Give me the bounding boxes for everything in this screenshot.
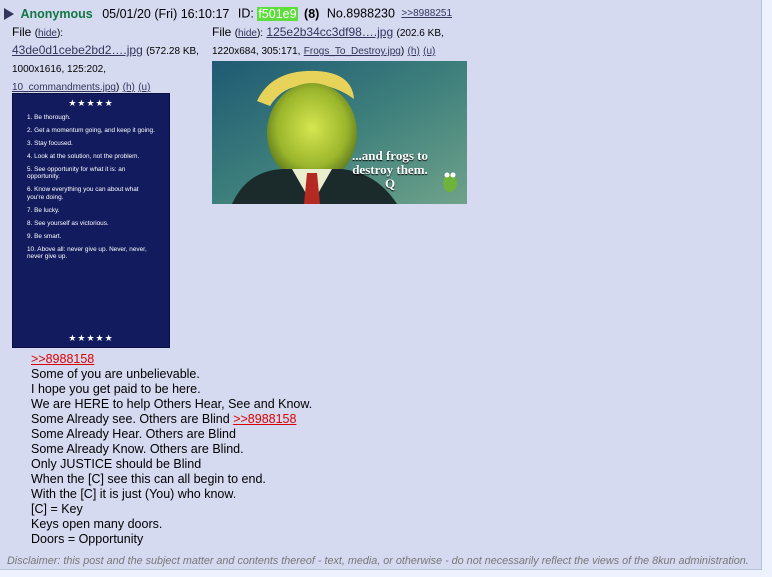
body-line: Keys open many doors. xyxy=(31,517,163,531)
commandment-item: 10. Above all: never give up. Never, nev… xyxy=(27,245,147,261)
commandment-item: 1. Be thorough. xyxy=(27,114,71,121)
body-line: Some of you are unbelievable. xyxy=(31,367,200,381)
quote-link[interactable]: >>8988158 xyxy=(31,352,94,366)
post-number[interactable]: No.8988230 xyxy=(327,7,395,21)
hide-link[interactable]: hide xyxy=(38,28,57,39)
poster-name: Anonymous xyxy=(20,6,93,21)
u-link[interactable]: (u) xyxy=(423,46,435,57)
commandment-item: 2. Get a momentum going, and keep it goi… xyxy=(27,127,155,134)
body-line-with-quote: Some Already see. Others are Blind >>898… xyxy=(31,412,312,427)
stars-top: ★★★★★ xyxy=(68,98,114,108)
body-line: Only JUSTICE should be Blind xyxy=(31,457,202,471)
commandment-item: 5. See opportunity for what it is: an op… xyxy=(27,166,126,181)
poster-id[interactable]: f501e9 xyxy=(257,6,298,21)
body-line: We are HERE to help Others Hear, See and… xyxy=(31,397,313,411)
commandment-item: 7. Be lucky. xyxy=(27,206,60,214)
file-thumbnail-commandments[interactable]: ★★★★★ 1. Be thorough. 2. Get a momentum … xyxy=(12,93,170,348)
commandment-item: 4. Look at the solution, not the problem… xyxy=(27,153,140,160)
commandment-item: 6. Know everything you can about what yo… xyxy=(27,186,139,201)
file-label: File xyxy=(12,25,32,39)
backlink[interactable]: >>8988251 xyxy=(401,8,452,19)
stars-bottom: ★★★★★ xyxy=(68,333,114,343)
body-text: Some Already see. Others are Blind xyxy=(31,412,234,426)
hide-link[interactable]: hide xyxy=(238,28,257,39)
body-line: I hope you get paid to be here. xyxy=(31,382,201,396)
u-link[interactable]: (u) xyxy=(138,82,150,93)
file-thumbnail-frogs[interactable]: ...and frogs to destroy them. Q xyxy=(212,61,467,204)
commandment-item: 3. Stay focused. xyxy=(27,140,73,147)
post-body: >>8988158 Some of you are unbelievable. … xyxy=(31,352,312,547)
commandment-item: 9. Be smart. xyxy=(27,232,62,240)
commandments-list: 1. Be thorough. 2. Get a momentum going,… xyxy=(27,114,157,266)
disclaimer: Disclaimer: this post and the subject ma… xyxy=(7,555,749,567)
commandment-item: 8. See yourself as victorious. xyxy=(27,219,109,227)
file-label: File xyxy=(212,25,232,39)
quote-link[interactable]: >>8988158 xyxy=(233,412,296,426)
h-link[interactable]: (h) xyxy=(408,46,420,57)
body-line: With the [C] it is just (You) who know. xyxy=(31,487,237,501)
post-container: Anonymous 05/01/20 (Fri) 16:10:17 ID: f5… xyxy=(0,0,762,570)
post-intro: Anonymous 05/01/20 (Fri) 16:10:17 ID: f5… xyxy=(4,5,452,21)
file-info-2: File (hide): 125e2b34cc3df98….jpg (202.6… xyxy=(212,25,444,57)
caption-signature: Q xyxy=(384,176,396,191)
collapse-arrow-icon[interactable] xyxy=(4,7,14,20)
body-line: Some Already Know. Others are Blind. xyxy=(31,442,244,456)
file-info-1: File (hide): 43de0d1cebe2bd2….jpg (572.2… xyxy=(12,25,199,93)
caption-line: ...and frogs to xyxy=(352,148,428,163)
file-link[interactable]: 43de0d1cebe2bd2….jpg xyxy=(12,43,143,57)
thumbnail-caption: ...and frogs to destroy them. Q xyxy=(345,149,435,191)
body-line: Doors = Opportunity xyxy=(31,532,144,546)
post-count: (8) xyxy=(304,6,320,21)
post-date: 05/01/20 (Fri) 16:10:17 xyxy=(102,6,230,21)
original-filename[interactable]: 10_commandments.jpg xyxy=(12,82,116,93)
h-link[interactable]: (h) xyxy=(123,82,135,93)
original-filename[interactable]: Frogs_To_Destroy.jpg xyxy=(304,46,401,57)
poster-id-label: ID: xyxy=(237,6,254,21)
body-line: [C] = Key xyxy=(31,502,83,516)
body-line: When the [C] see this can all begin to e… xyxy=(31,472,266,486)
file-link[interactable]: 125e2b34cc3df98….jpg xyxy=(266,25,393,39)
body-line: Some Already Hear. Others are Blind xyxy=(31,427,236,441)
caption-line: destroy them. xyxy=(352,162,428,177)
